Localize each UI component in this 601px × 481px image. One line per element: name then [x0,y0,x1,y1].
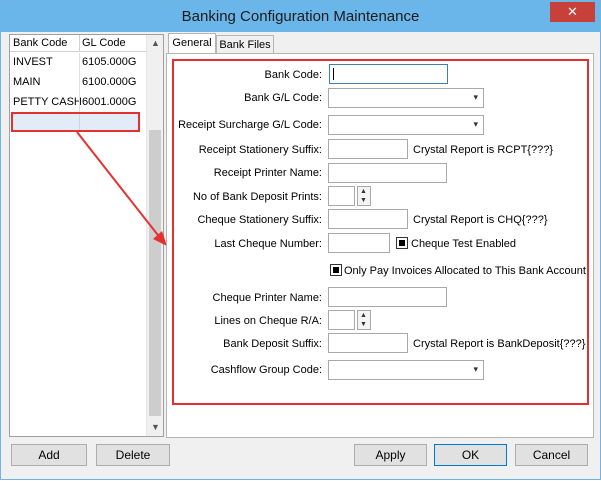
receipt-surcharge-gl-code-label: Receipt Surcharge G/L Code: [178,119,322,131]
cheque-test-enabled-label: Cheque Test Enabled [411,238,516,250]
banking-config-window: Banking Configuration Maintenance ✕ Bank… [0,0,601,480]
receipt-printer-name-field[interactable] [328,163,447,183]
spin-down-icon[interactable]: ▼ [360,321,367,328]
bank-code-field[interactable] [329,64,448,84]
receipt-surcharge-gl-code-dropdown[interactable]: ▾ [328,115,484,135]
tab-general[interactable]: General [168,33,216,55]
spin-up-icon[interactable]: ▲ [360,188,367,195]
bank-deposit-suffix-field[interactable] [328,333,408,353]
cheque-stationery-suffix-label: Cheque Stationery Suffix: [197,214,322,226]
cheque-printer-name-field[interactable] [328,287,447,307]
ok-button[interactable]: OK [434,444,507,466]
bank-deposit-crystal-report-note: Crystal Report is BankDeposit{???} [413,338,586,350]
bank-code-label: Bank Code: [264,69,322,81]
chevron-down-icon: ▾ [473,364,478,374]
cheque-test-enabled-checkbox[interactable] [396,237,408,249]
no-of-bank-deposit-prints-field[interactable] [328,186,355,206]
general-tab-panel: Bank Code: Bank G/L Code: ▾ Receipt Surc… [166,53,594,438]
highlight-box [172,59,589,405]
cancel-button[interactable]: Cancel [515,444,588,466]
last-cheque-number-field[interactable] [328,233,390,253]
no-of-bank-deposit-prints-label: No of Bank Deposit Prints: [192,191,322,203]
tab-general-label: General [172,37,212,49]
spin-up-icon[interactable]: ▲ [360,312,367,319]
tab-bank-files[interactable]: Bank Files [216,35,274,55]
bank-deposit-suffix-label: Bank Deposit Suffix: [223,338,322,350]
cheque-stationery-suffix-field[interactable] [328,209,408,229]
apply-button[interactable]: Apply [354,444,427,466]
bank-gl-code-label: Bank G/L Code: [244,92,322,104]
only-pay-allocated-checkbox[interactable] [330,264,342,276]
lines-on-cheque-ra-field[interactable] [328,310,355,330]
tab-bank-files-label: Bank Files [219,39,271,51]
delete-button[interactable]: Delete [96,444,170,466]
chevron-down-icon: ▾ [473,119,478,129]
spin-down-icon[interactable]: ▼ [360,197,367,204]
cashflow-group-code-label: Cashflow Group Code: [210,364,322,376]
lines-on-cheque-stepper[interactable]: ▲ ▼ [357,310,371,330]
bank-gl-code-dropdown[interactable]: ▾ [328,88,484,108]
last-cheque-number-label: Last Cheque Number: [214,238,322,250]
add-button[interactable]: Add [11,444,87,466]
chevron-down-icon: ▾ [473,92,478,102]
only-pay-allocated-label: Only Pay Invoices Allocated to This Bank… [344,265,586,277]
lines-on-cheque-ra-label: Lines on Cheque R/A: [214,315,322,327]
receipt-stationery-suffix-field[interactable] [328,139,408,159]
text-caret [333,68,334,80]
receipt-printer-name-label: Receipt Printer Name: [213,167,322,179]
cashflow-group-code-dropdown[interactable]: ▾ [328,360,484,380]
receipt-crystal-report-note: Crystal Report is RCPT{???} [413,144,553,156]
cheque-crystal-report-note: Crystal Report is CHQ{???} [413,214,548,226]
deposit-prints-stepper[interactable]: ▲ ▼ [357,186,371,206]
cheque-printer-name-label: Cheque Printer Name: [212,292,322,304]
receipt-stationery-suffix-label: Receipt Stationery Suffix: [198,144,322,156]
